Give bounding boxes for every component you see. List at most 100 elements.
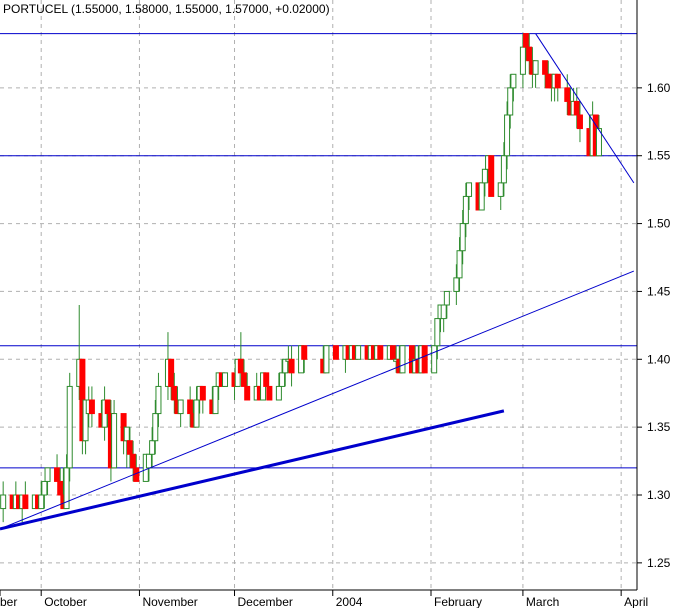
- y-tick-label: 1.30: [647, 488, 671, 502]
- bar-body-down: [576, 114, 583, 130]
- bar-body-up: [149, 440, 156, 455]
- chart-canvas: ber October November December 2004 February Ma…: [0, 0, 686, 609]
- y-tick-label: 1.50: [647, 217, 671, 231]
- bar-body-up: [519, 46, 526, 75]
- bar-body-up: [504, 114, 511, 157]
- price-bar: [263, 372, 270, 387]
- price-bar: [323, 345, 330, 374]
- bar-body-up: [459, 223, 466, 252]
- bar-body-down: [288, 358, 295, 374]
- x-tick-label: November: [142, 595, 197, 608]
- bar-body-down: [488, 155, 495, 197]
- bar-body-up: [355, 345, 362, 360]
- price-bar: [355, 345, 362, 360]
- y-tick-label: 1.45: [647, 284, 671, 298]
- bar-body-up: [507, 87, 514, 116]
- bar-body-up: [481, 168, 488, 184]
- bar-body-down: [573, 100, 580, 116]
- price-bar: [488, 155, 495, 197]
- bar-body-up: [123, 426, 130, 442]
- bar-body-down: [54, 467, 61, 482]
- bar-body-up: [440, 304, 447, 320]
- price-bar: [377, 345, 384, 360]
- bar-body-down: [187, 399, 194, 415]
- bar-body-up: [456, 250, 463, 279]
- x-tick-label: 2004: [336, 595, 363, 608]
- bar-body-up: [38, 494, 45, 510]
- bar-body-down: [266, 385, 273, 401]
- bar-body-down: [241, 372, 248, 387]
- bar-body-down: [377, 345, 384, 360]
- y-tick-label: 1.40: [647, 352, 671, 366]
- bar-body-up: [431, 345, 438, 374]
- bar-body-up: [323, 345, 330, 374]
- price-bar: [421, 345, 428, 374]
- bar-body-up: [193, 399, 200, 428]
- bar-body-up: [111, 413, 118, 469]
- bar-body-down: [57, 480, 64, 496]
- price-bar: [332, 345, 339, 360]
- bar-body-down: [263, 372, 270, 387]
- bar-body-up: [145, 453, 152, 469]
- bar-body-down: [22, 494, 29, 510]
- bar-body-down: [523, 33, 530, 48]
- bar-body-down: [168, 358, 175, 387]
- price-bar: [222, 372, 229, 387]
- price-bar: [212, 385, 219, 415]
- bar-body-down: [564, 87, 571, 102]
- bar-body-up: [212, 385, 219, 415]
- bar-body-up: [500, 155, 507, 184]
- bar-body-down: [301, 345, 308, 360]
- bar-body-up: [152, 413, 159, 442]
- bar-body-down: [332, 345, 339, 360]
- x-tick-label: March: [526, 595, 559, 608]
- bar-body-down: [88, 399, 95, 415]
- bar-body-down: [244, 385, 251, 401]
- bar-body-up: [462, 195, 469, 225]
- price-chart: ber October November December 2004 February Ma…: [0, 0, 686, 609]
- bar-body-up: [177, 399, 184, 415]
- bar-body-up: [399, 345, 406, 374]
- bar-body-up: [532, 60, 539, 75]
- bar-body-up: [155, 385, 162, 415]
- x-tick-label: April: [624, 595, 648, 608]
- bar-body-up: [41, 480, 48, 496]
- bar-body-down: [389, 345, 396, 360]
- price-bar: [431, 345, 438, 374]
- x-tick-label: ber: [0, 595, 17, 608]
- price-bar: [399, 345, 406, 374]
- bar-body-down: [199, 385, 206, 401]
- x-tick-label: February: [434, 595, 482, 608]
- y-tick-label: 1.25: [647, 556, 671, 570]
- x-tick-label: December: [238, 595, 293, 608]
- price-bar: [66, 372, 73, 482]
- bar-body-up: [434, 318, 441, 347]
- bar-body-up: [0, 494, 7, 510]
- bar-body-down: [104, 399, 111, 415]
- bar-body-up: [275, 385, 282, 401]
- y-tick-label: 1.35: [647, 420, 671, 434]
- bar-body-up: [222, 372, 229, 387]
- bar-body-up: [497, 182, 504, 197]
- price-bar: [389, 345, 396, 360]
- y-tick-label: 1.55: [647, 149, 671, 163]
- bar-body-up: [453, 277, 460, 292]
- x-tick-label: October: [44, 595, 87, 608]
- bar-body-up: [510, 73, 517, 89]
- bar-body-down: [130, 453, 137, 469]
- price-bar: [478, 182, 485, 211]
- bar-body-down: [542, 60, 549, 75]
- bar-body-up: [466, 182, 473, 197]
- bar-body-up: [478, 182, 485, 211]
- bar-body-down: [554, 73, 561, 89]
- bar-body-down: [526, 46, 533, 62]
- y-tick-label: 1.60: [647, 81, 671, 95]
- price-bar: [266, 385, 273, 401]
- bar-body-up: [44, 467, 51, 482]
- bar-body-down: [126, 440, 133, 455]
- bar-body-up: [66, 385, 73, 469]
- bar-body-down: [171, 385, 178, 401]
- bar-body-up: [279, 372, 286, 387]
- chart-title: PORTUCEL (1.55000, 1.58000, 1.55000, 1.5…: [3, 2, 330, 16]
- bar-body-down: [421, 345, 428, 374]
